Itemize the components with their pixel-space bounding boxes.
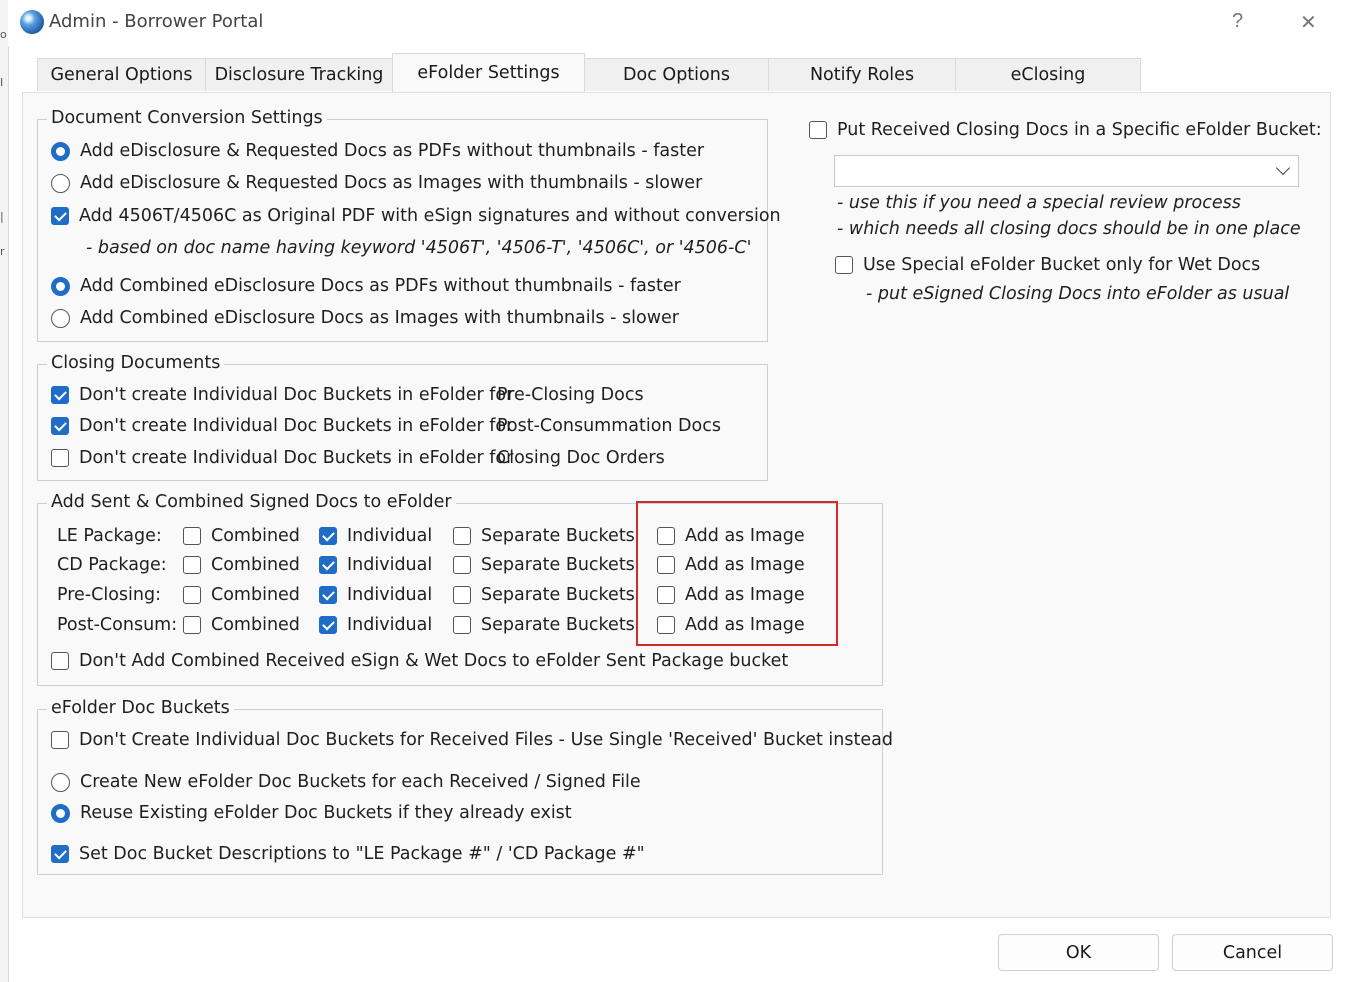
checkbox[interactable] xyxy=(51,449,69,467)
help-button[interactable]: ? xyxy=(1232,10,1243,33)
highlight-box xyxy=(636,501,838,646)
post-separate[interactable]: Separate Buckets xyxy=(453,615,635,635)
post-combined[interactable]: Combined xyxy=(183,615,300,635)
checkbox-checked[interactable] xyxy=(51,845,69,863)
close-button[interactable]: ✕ xyxy=(1300,10,1317,35)
post-individual[interactable]: Individual xyxy=(319,615,432,635)
closing-docs-item3[interactable]: Don't create Individual Doc Buckets in e… xyxy=(51,448,513,468)
globe-icon xyxy=(20,10,44,34)
radio-selected[interactable] xyxy=(51,276,70,296)
doc-buckets-opt1[interactable]: Don't Create Individual Doc Buckets for … xyxy=(51,730,893,750)
doc-conversion-note: - based on doc name having keyword '4506… xyxy=(86,238,752,258)
doc-conversion-opt5[interactable]: Add Combined eDisclosure Docs as Images … xyxy=(51,308,679,328)
radio-selected[interactable] xyxy=(51,803,70,823)
tab-notify-roles[interactable]: Notify Roles xyxy=(768,58,956,91)
doc-conversion-opt1[interactable]: Add eDisclosure & Requested Docs as PDFs… xyxy=(51,141,704,161)
pre-closing-label: Pre-Closing: xyxy=(57,585,162,605)
checkbox[interactable] xyxy=(183,556,201,574)
doc-conversion-opt2[interactable]: Add eDisclosure & Requested Docs as Imag… xyxy=(51,173,702,193)
closing-docs-item2-label: Post-Consummation Docs xyxy=(497,416,721,436)
checkbox-checked[interactable] xyxy=(51,417,69,435)
radio[interactable] xyxy=(51,308,70,328)
cd-package-label: CD Package: xyxy=(57,555,167,575)
background-window-edge: o I | r xyxy=(0,0,9,982)
radio[interactable] xyxy=(51,772,70,792)
cd-individual[interactable]: Individual xyxy=(319,555,432,575)
closing-docs-item2[interactable]: Don't create Individual Doc Buckets in e… xyxy=(51,416,513,436)
closing-docs-item1-label: Pre-Closing Docs xyxy=(497,385,644,405)
radio[interactable] xyxy=(51,173,70,193)
checkbox[interactable] xyxy=(183,527,201,545)
chevron-down-icon xyxy=(1275,160,1291,176)
checkbox-checked[interactable] xyxy=(319,616,337,634)
pre-separate[interactable]: Separate Buckets xyxy=(453,585,635,605)
checkbox[interactable] xyxy=(809,121,827,139)
doc-buckets-legend: eFolder Doc Buckets xyxy=(47,698,234,718)
checkbox-checked[interactable] xyxy=(51,207,69,225)
pre-combined[interactable]: Combined xyxy=(183,585,300,605)
closing-docs-item3-label: Closing Doc Orders xyxy=(497,448,665,468)
doc-conversion-legend: Document Conversion Settings xyxy=(47,108,327,128)
checkbox[interactable] xyxy=(453,556,471,574)
tab-doc-options[interactable]: Doc Options xyxy=(584,58,769,91)
checkbox-checked[interactable] xyxy=(319,527,337,545)
radio-selected[interactable] xyxy=(51,141,70,161)
ok-button[interactable]: OK xyxy=(998,934,1159,971)
le-combined[interactable]: Combined xyxy=(183,526,300,546)
tab-general-options[interactable]: General Options xyxy=(37,58,206,91)
wet-docs-only[interactable]: Use Special eFolder Bucket only for Wet … xyxy=(835,255,1260,275)
checkbox[interactable] xyxy=(835,256,853,274)
checkbox[interactable] xyxy=(183,616,201,634)
le-individual[interactable]: Individual xyxy=(319,526,432,546)
doc-buckets-opt2[interactable]: Create New eFolder Doc Buckets for each … xyxy=(51,772,641,792)
checkbox[interactable] xyxy=(453,527,471,545)
le-separate[interactable]: Separate Buckets xyxy=(453,526,635,546)
closing-documents-legend: Closing Documents xyxy=(47,353,225,373)
tab-disclosure-tracking[interactable]: Disclosure Tracking xyxy=(205,58,393,91)
doc-conversion-opt4[interactable]: Add Combined eDisclosure Docs as PDFs wi… xyxy=(51,276,681,296)
pre-individual[interactable]: Individual xyxy=(319,585,432,605)
post-consum-label: Post-Consum: xyxy=(57,615,178,635)
put-received-closing-docs[interactable]: Put Received Closing Docs in a Specific … xyxy=(809,120,1322,140)
window-title: Admin - Borrower Portal xyxy=(49,11,264,32)
checkbox-checked[interactable] xyxy=(319,556,337,574)
right-note-2: - which needs all closing docs should be… xyxy=(837,219,1301,239)
checkbox[interactable] xyxy=(453,586,471,604)
checkbox[interactable] xyxy=(453,616,471,634)
cancel-button[interactable]: Cancel xyxy=(1172,934,1333,971)
doc-buckets-opt4[interactable]: Set Doc Bucket Descriptions to "LE Packa… xyxy=(51,844,645,864)
efolder-bucket-select[interactable] xyxy=(834,155,1299,187)
title-bar: Admin - Borrower Portal ? ✕ xyxy=(8,0,1345,46)
tab-efolder-settings[interactable]: eFolder Settings xyxy=(392,53,585,92)
right-note-1: - use this if you need a special review … xyxy=(837,193,1241,213)
checkbox-checked[interactable] xyxy=(319,586,337,604)
cd-combined[interactable]: Combined xyxy=(183,555,300,575)
dont-add-combined-received[interactable]: Don't Add Combined Received eSign & Wet … xyxy=(51,651,788,671)
wet-note: - put eSigned Closing Docs into eFolder … xyxy=(866,284,1290,304)
tab-eclosing[interactable]: eClosing xyxy=(955,58,1141,91)
checkbox[interactable] xyxy=(51,652,69,670)
sent-combined-legend: Add Sent & Combined Signed Docs to eFold… xyxy=(47,492,456,512)
doc-conversion-opt3[interactable]: Add 4506T/4506C as Original PDF with eSi… xyxy=(51,206,781,226)
doc-buckets-opt3[interactable]: Reuse Existing eFolder Doc Buckets if th… xyxy=(51,803,572,823)
checkbox[interactable] xyxy=(51,731,69,749)
cd-separate[interactable]: Separate Buckets xyxy=(453,555,635,575)
checkbox-checked[interactable] xyxy=(51,386,69,404)
le-package-label: LE Package: xyxy=(57,526,162,546)
closing-docs-item1[interactable]: Don't create Individual Doc Buckets in e… xyxy=(51,385,513,405)
checkbox[interactable] xyxy=(183,586,201,604)
